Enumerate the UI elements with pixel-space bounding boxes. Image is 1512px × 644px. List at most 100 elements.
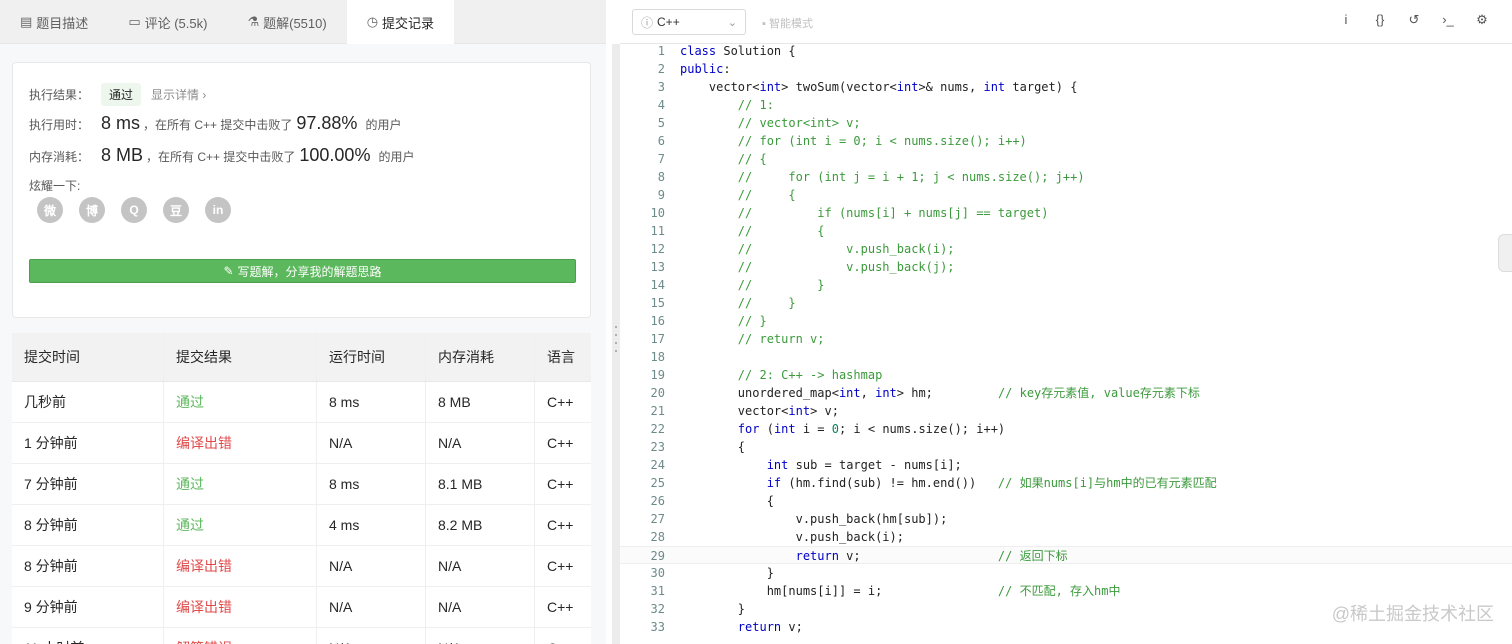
table-cell: N/A [426, 546, 535, 586]
tab-2[interactable]: ▭ 评论 (5.5k) [108, 0, 227, 44]
code-line[interactable]: 27 v.push_back(hm[sub]); [620, 510, 1512, 528]
memory-value: 8 MB [101, 145, 144, 165]
table-cell: C++ [547, 476, 574, 492]
douban-icon[interactable]: 豆 [163, 197, 189, 223]
runtime-percent: 97.88% [296, 113, 358, 133]
reset-icon[interactable]: ↺ [1406, 12, 1422, 28]
column-header: 语言 [547, 349, 575, 365]
settings-icon[interactable]: ⚙ [1474, 12, 1490, 28]
code-line[interactable]: 17 // return v; [620, 330, 1512, 348]
share-label-row: 炫耀一下: [29, 177, 80, 194]
write-solution-button[interactable]: ✎ 写题解，分享我的解题思路 [29, 259, 576, 283]
result-link[interactable]: 解答错误 [164, 628, 317, 644]
code-line[interactable]: 10 // if (nums[i] + nums[j] == target) [620, 204, 1512, 222]
runtime-label: 执行用时： [29, 118, 90, 132]
braces-icon[interactable]: {} [1372, 12, 1388, 28]
code-line[interactable]: 25 if (hm.find(sub) != hm.end()) // 如果nu… [620, 474, 1512, 492]
table-header: 提交时间 提交结果 运行时间 内存消耗 语言 [12, 333, 591, 382]
table-row: 9 分钟前 编译出错 N/A N/A C++ [12, 587, 591, 628]
result-link[interactable]: 通过 [164, 382, 317, 422]
result-link[interactable]: 通过 [164, 464, 317, 504]
tab-label: 评论 (5.5k) [144, 15, 208, 31]
code-line[interactable]: 31 hm[nums[i]] = i; // 不匹配, 存入hm中 [620, 582, 1512, 600]
show-detail-link[interactable]: 显示详情 › [151, 86, 206, 103]
table-body: 几秒前 通过 8 ms 8 MB C++ 1 分钟前 编译出错 N/A N/A C++ 7 分钟前通… [12, 382, 591, 644]
watermark: @稀土掘金技术社区 [1331, 604, 1494, 624]
code-line[interactable]: 21 vector<int> v; [620, 402, 1512, 420]
code-text: // { [737, 224, 825, 238]
code-line[interactable]: 26 { [620, 492, 1512, 510]
code-line[interactable]: 14 // } [620, 276, 1512, 294]
code-line[interactable]: 6 // for (int i = 0; i < nums.size(); i+… [620, 132, 1512, 150]
tab-4[interactable]: ◷ 提交记录 [346, 0, 455, 44]
code-line[interactable]: 23 { [620, 438, 1512, 456]
code-line[interactable]: 16 // } [620, 312, 1512, 330]
code-line[interactable]: 7 // { [620, 150, 1512, 168]
code-text: // vector<int> v; [737, 116, 861, 130]
code-line[interactable]: 1 class Solution { [620, 42, 1512, 60]
tab-1[interactable]: ▤ 题目描述 [0, 0, 108, 44]
code-line[interactable]: 2 public: [620, 60, 1512, 78]
comment-icon: ▭ [128, 14, 141, 29]
console-icon[interactable]: ›_ [1440, 12, 1456, 28]
code-line[interactable]: 11 // { [620, 222, 1512, 240]
code-line[interactable]: 8 // for (int j = i + 1; j < nums.size()… [620, 168, 1512, 186]
result-link[interactable]: 编译出错 [164, 423, 317, 463]
code-line[interactable]: 4 // 1: [620, 96, 1512, 114]
side-handle[interactable] [1498, 234, 1512, 272]
code-line[interactable]: 19 // 2: C++ -> hashmap [620, 366, 1512, 384]
weibo-icon[interactable]: 博 [79, 197, 105, 223]
code-text: vector<int> twoSum(vector<int>& nums, in… [680, 80, 1078, 94]
memory-label: 内存消耗： [29, 150, 90, 164]
line-number: 10 [650, 206, 665, 220]
line-number: 4 [657, 98, 665, 112]
line-number: 20 [650, 386, 665, 400]
result-link[interactable]: 通过 [164, 505, 317, 545]
clock-icon: ◷ [366, 14, 379, 29]
tab-3[interactable]: ⚗ 题解(5510) [227, 0, 346, 44]
code-text: int sub = target - nums[i]; [766, 458, 962, 472]
table-cell: 几秒前 [12, 382, 164, 422]
wechat-icon[interactable]: 微 [37, 197, 63, 223]
table-cell: 8.1 MB [426, 464, 535, 504]
table-cell: C++ [547, 517, 574, 533]
linkedin-icon[interactable]: in [205, 197, 231, 223]
code-line[interactable]: 12 // v.push_back(i); [620, 240, 1512, 258]
line-number: 12 [650, 242, 665, 256]
line-number: 24 [650, 458, 665, 472]
table-cell: 7 分钟前 [12, 464, 164, 504]
table-cell: N/A [426, 587, 535, 627]
result-link[interactable]: 编译出错 [164, 546, 317, 586]
info-icon[interactable]: i [1338, 12, 1354, 28]
code-line[interactable]: 29 return v; // 返回下标 [620, 546, 1512, 564]
memory-users: 的用户 [378, 150, 415, 164]
smart-mode-toggle[interactable]: ▪ 智能模式 [762, 15, 813, 31]
code-line[interactable]: 15 // } [620, 294, 1512, 312]
code-line[interactable]: 9 // { [620, 186, 1512, 204]
language-select[interactable]: ⓘ C++ ⌄ [632, 9, 746, 35]
share-icons: 微博 Q 豆 in [37, 197, 231, 223]
code-line[interactable]: 22 for (int i = 0; i < nums.size(); i++) [620, 420, 1512, 438]
code-line[interactable]: 18 [620, 348, 1512, 366]
code-editor[interactable]: 1 class Solution {2 public: 3 vector<int> t… [620, 42, 1512, 636]
panel-splitter[interactable] [612, 44, 620, 644]
table-cell: 8 分钟前 [12, 505, 164, 545]
code-line[interactable]: 20 unordered_map<int, int> hm; // key存元素… [620, 384, 1512, 402]
code-line[interactable]: 5 // vector<int> v; [620, 114, 1512, 132]
code-line[interactable]: 24 int sub = target - nums[i]; [620, 456, 1512, 474]
code-line[interactable]: 28 v.push_back(i); [620, 528, 1512, 546]
line-number: 17 [650, 332, 665, 346]
result-link[interactable]: 编译出错 [164, 587, 317, 627]
language-value: C++ [657, 15, 680, 29]
code-line[interactable]: 30 } [620, 564, 1512, 582]
smart-mode-dot-icon: ▪ [762, 18, 766, 30]
qq-icon[interactable]: Q [121, 197, 147, 223]
code-line[interactable]: 13 // v.push_back(j); [620, 258, 1512, 276]
code-text: { [680, 494, 774, 508]
line-number: 9 [657, 188, 665, 202]
result-card: 执行结果： 通过 显示详情 › 执行用时： 8 ms ，在所有 C++ 提交中击… [12, 62, 591, 318]
code-text: // for (int j = i + 1; j < nums.size(); … [737, 170, 1085, 184]
code-line[interactable]: 3 vector<int> twoSum(vector<int>& nums, … [620, 78, 1512, 96]
line-number: 1 [657, 44, 665, 58]
code-text: } [680, 602, 746, 616]
